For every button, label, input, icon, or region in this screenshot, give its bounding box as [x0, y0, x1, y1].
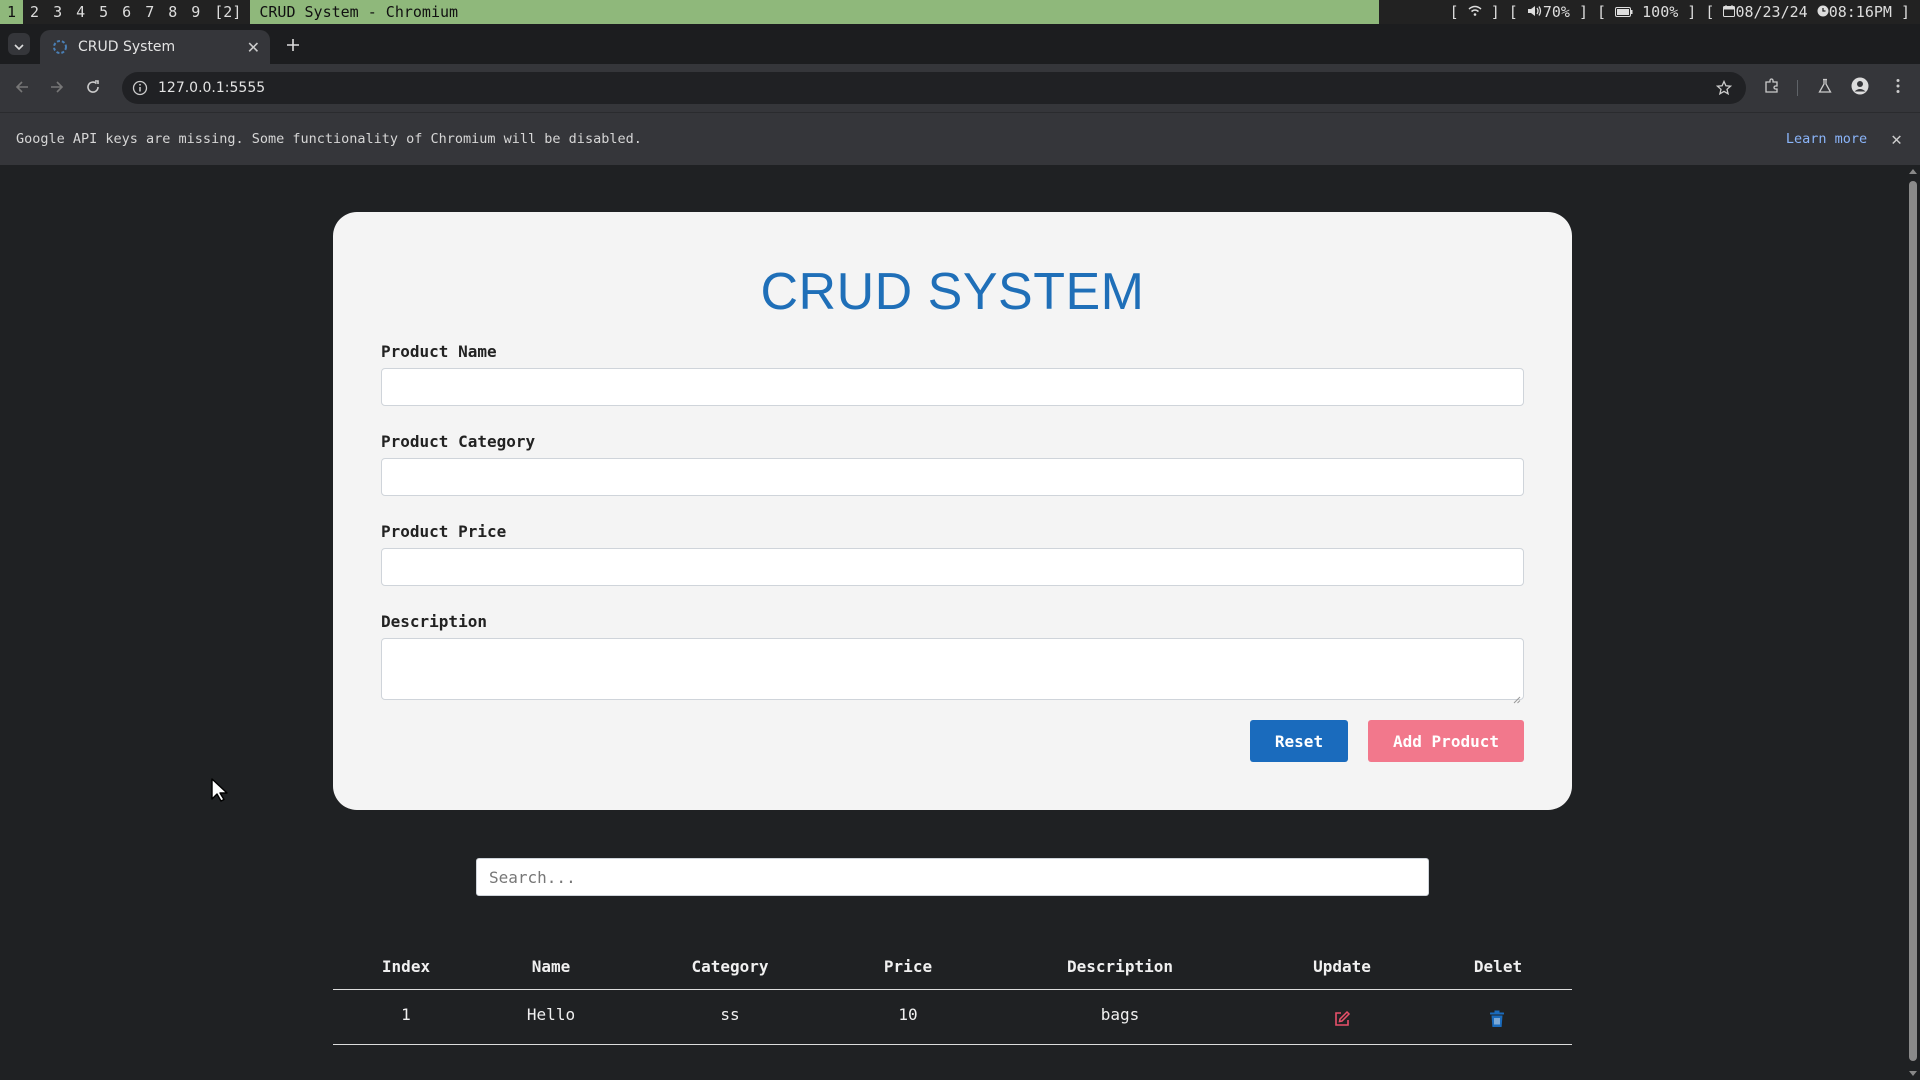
- add-product-button[interactable]: Add Product: [1368, 720, 1524, 762]
- cell-name: Hello: [526, 1005, 576, 1024]
- scrollbar-thumb[interactable]: [1909, 181, 1917, 1061]
- header-index: Index: [381, 957, 431, 976]
- bookmark-star-icon[interactable]: [1715, 79, 1733, 100]
- profile-avatar-icon: [1851, 77, 1869, 99]
- reset-button[interactable]: Reset: [1250, 720, 1348, 762]
- workspace-4[interactable]: 4: [69, 0, 92, 24]
- battery-level: 100%: [1642, 3, 1679, 21]
- product-name-input[interactable]: [381, 368, 1524, 406]
- reload-icon: [86, 79, 100, 98]
- status-area: [ ] [ 70% ] [ 100% ] [ 08/23/24 08:16PM …: [1449, 3, 1910, 21]
- workspace-3[interactable]: 3: [46, 0, 69, 24]
- back-button[interactable]: [10, 76, 34, 100]
- product-category-input[interactable]: [381, 458, 1524, 496]
- page-title: CRUD SYSTEM: [760, 263, 1145, 321]
- edit-icon[interactable]: [1333, 1010, 1351, 1028]
- product-name-label: Product Name: [381, 342, 497, 361]
- description-label: Description: [381, 612, 487, 631]
- menu-button[interactable]: [1886, 76, 1910, 100]
- products-table: Index Name Category Price Description Up…: [333, 945, 1572, 1045]
- search-input[interactable]: Search...: [476, 858, 1429, 896]
- date: 08/23/24: [1735, 3, 1808, 21]
- close-icon[interactable]: ✕: [1891, 129, 1902, 150]
- table-row: 1 Hello ss 10 bags: [333, 990, 1572, 1045]
- info-icon[interactable]: [132, 80, 148, 96]
- workspace-scratch[interactable]: [2]: [207, 0, 248, 24]
- infobar-message: Google API keys are missing. Some functi…: [16, 131, 642, 147]
- tab-crud-system[interactable]: CRUD System ✕: [40, 30, 270, 64]
- chevron-down-icon: [14, 35, 24, 54]
- volume-level: 70%: [1542, 3, 1570, 21]
- scroll-down-icon[interactable]: [1909, 1071, 1917, 1076]
- wifi-close-bracket: ]: [1490, 3, 1500, 21]
- product-price-label: Product Price: [381, 522, 507, 541]
- reload-button[interactable]: [81, 76, 105, 100]
- tab-title: CRUD System: [78, 39, 176, 55]
- product-category-label: Product Category: [381, 432, 536, 451]
- toolbar-divider: [1797, 80, 1798, 96]
- workspace-list: 1 2 3 4 5 6 7 8 9 [2]: [0, 0, 248, 24]
- labs-button[interactable]: [1813, 76, 1837, 100]
- arrow-left-icon: [15, 79, 29, 98]
- workspace-2[interactable]: 2: [23, 0, 46, 24]
- time: 08:16PM: [1828, 3, 1892, 21]
- header-category: Category: [691, 957, 769, 976]
- volume-icon: [1527, 3, 1543, 21]
- clock-icon: [1817, 3, 1829, 21]
- workspace-1[interactable]: 1: [0, 0, 24, 24]
- system-bar: 1 2 3 4 5 6 7 8 9 [2] CRUD System - Chro…: [0, 0, 1920, 24]
- page-viewport: CRUD SYSTEM Product Name Product Categor…: [0, 165, 1906, 1080]
- plus-icon: [287, 32, 299, 56]
- header-update: Update: [1313, 957, 1371, 976]
- close-tab-icon[interactable]: ✕: [247, 38, 260, 57]
- tab-search-button[interactable]: [8, 33, 30, 55]
- learn-more-link[interactable]: Learn more: [1786, 131, 1867, 147]
- header-name: Name: [531, 957, 571, 976]
- wifi-icon: [1459, 3, 1491, 21]
- kebab-menu-icon: [1896, 78, 1900, 98]
- page-scrollbar[interactable]: [1906, 165, 1920, 1080]
- workspace-9[interactable]: 9: [184, 0, 207, 24]
- calendar-icon: [1723, 3, 1736, 21]
- header-delete: Delet: [1473, 957, 1523, 976]
- search-placeholder: Search...: [489, 867, 576, 887]
- battery-icon: [1615, 3, 1633, 21]
- browser-toolbar: 127.0.0.1:5555: [0, 64, 1920, 112]
- address-bar[interactable]: 127.0.0.1:5555: [122, 72, 1746, 104]
- forward-button[interactable]: [45, 76, 69, 100]
- tab-strip: CRUD System ✕: [0, 24, 1920, 64]
- wifi-open-bracket: [: [1449, 3, 1459, 21]
- new-tab-button[interactable]: [282, 33, 304, 55]
- extensions-button[interactable]: [1760, 76, 1784, 100]
- mouse-cursor-icon: [210, 777, 232, 803]
- description-textarea[interactable]: [381, 638, 1524, 704]
- cell-index: 1: [401, 1005, 411, 1024]
- table-header-row: Index Name Category Price Description Up…: [333, 945, 1572, 990]
- cell-price: 10: [898, 1005, 918, 1024]
- cell-description: bags: [1100, 1005, 1140, 1024]
- product-price-input[interactable]: [381, 548, 1524, 586]
- product-form-card: CRUD SYSTEM Product Name Product Categor…: [333, 212, 1572, 810]
- cell-category: ss: [720, 1005, 740, 1024]
- profile-button[interactable]: [1848, 76, 1872, 100]
- header-price: Price: [883, 957, 933, 976]
- workspace-8[interactable]: 8: [161, 0, 184, 24]
- window-title: CRUD System - Chromium: [250, 0, 1380, 24]
- trash-icon[interactable]: [1489, 1010, 1507, 1028]
- workspace-7[interactable]: 7: [138, 0, 161, 24]
- arrow-right-icon: [50, 79, 64, 98]
- workspace-5[interactable]: 5: [92, 0, 115, 24]
- resize-grip-icon[interactable]: [1513, 689, 1521, 704]
- workspace-6[interactable]: 6: [115, 0, 138, 24]
- infobar: Google API keys are missing. Some functi…: [0, 112, 1920, 165]
- flask-icon: [1817, 78, 1833, 98]
- puzzle-icon: [1764, 78, 1780, 98]
- scroll-up-icon[interactable]: [1909, 169, 1917, 174]
- favicon-icon: [52, 39, 68, 55]
- header-description: Description: [1067, 957, 1173, 976]
- url-text[interactable]: 127.0.0.1:5555: [158, 80, 1746, 96]
